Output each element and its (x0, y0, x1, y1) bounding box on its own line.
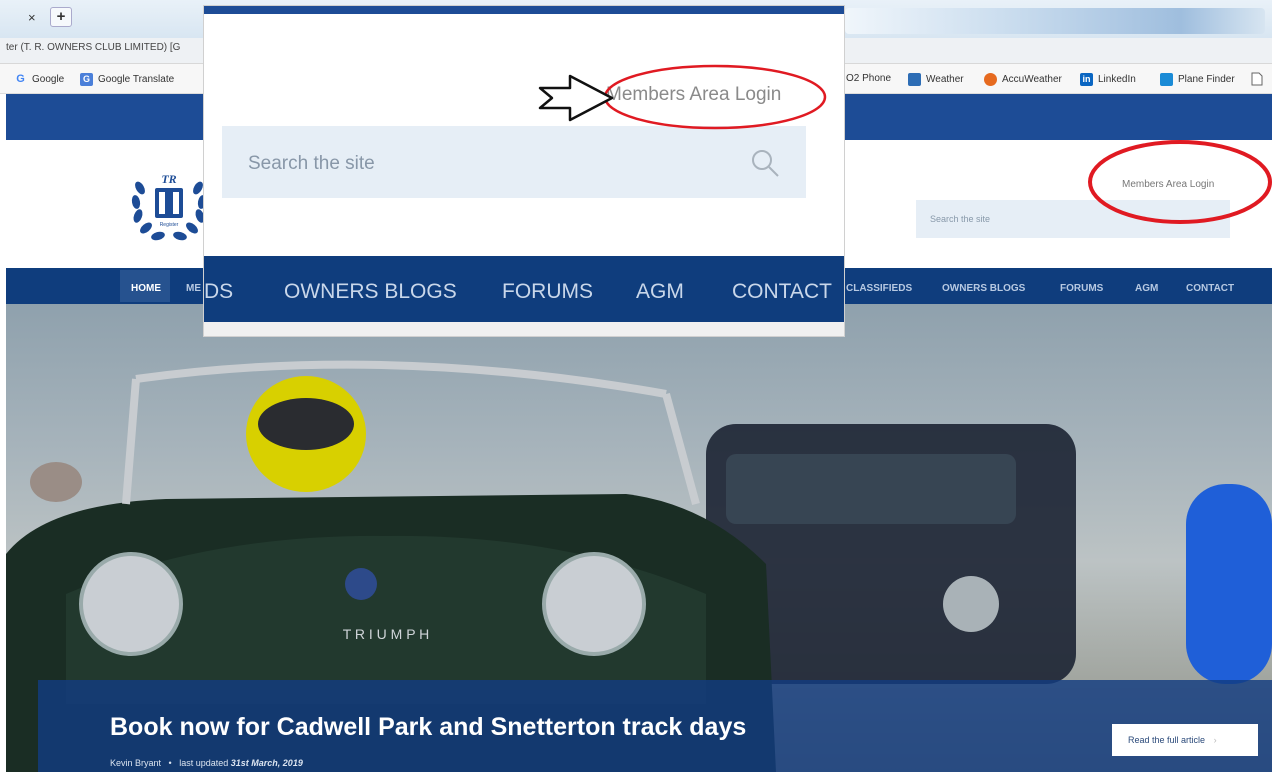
zoom-nav-contact[interactable]: CONTACT (732, 280, 832, 304)
updated-label: last updated (179, 758, 229, 768)
zoom-bottom-strip (204, 322, 844, 336)
browser-page-title: ter (T. R. OWNERS CLUB LIMITED) [G (6, 42, 181, 53)
bookmark-weather[interactable]: Weather (908, 73, 964, 86)
weather-icon (908, 73, 921, 86)
linkedin-icon: in (1080, 73, 1093, 86)
translate-icon: G (80, 73, 93, 86)
bookmark-label: Weather (926, 74, 964, 85)
bookmark-label: O2 Phone (846, 73, 892, 84)
bookmark-google[interactable]: G Google (14, 73, 64, 86)
logo-subtext: Register (160, 222, 179, 228)
hero-byline: Kevin Bryant • last updated 31st March, … (110, 758, 303, 768)
nav-classifieds[interactable]: CLASSIFIEDS (846, 283, 912, 294)
byline-separator: • (168, 758, 172, 768)
zoom-members-login-link[interactable]: Members Area Login (606, 84, 781, 106)
zoom-nav-agm[interactable]: AGM (636, 280, 684, 304)
new-tab-button[interactable]: + (50, 7, 72, 27)
tab-strip-highlight (845, 8, 1265, 34)
zoom-inset: Members Area Login Search the site DS OW… (204, 6, 844, 336)
zoom-nav-partial[interactable]: DS (204, 280, 233, 304)
bookmark-linkedin[interactable]: in LinkedIn (1080, 73, 1136, 86)
zoom-top-bar (204, 6, 844, 14)
hero-headline[interactable]: Book now for Cadwell Park and Snetterton… (110, 713, 746, 742)
document-icon[interactable] (1251, 72, 1263, 86)
nav-agm[interactable]: AGM (1135, 283, 1158, 294)
nav-contact[interactable]: CONTACT (1186, 283, 1234, 294)
bookmark-accuweather[interactable]: AccuWeather (984, 73, 1062, 86)
tr-register-logo[interactable]: TR Register (130, 166, 208, 246)
accuweather-icon (984, 73, 997, 86)
members-login-link[interactable]: Members Area Login (1122, 179, 1214, 190)
read-full-article-button[interactable]: Read the full article › (1112, 724, 1258, 756)
nav-members-partial[interactable]: ME (186, 283, 201, 294)
bookmark-label: Google Translate (98, 74, 175, 85)
chevron-right-icon: › (1213, 735, 1217, 745)
nav-home[interactable]: HOME (131, 283, 161, 294)
search-placeholder: Search the site (930, 214, 991, 224)
plane-finder-icon (1160, 73, 1173, 86)
google-icon: G (16, 73, 25, 85)
logo-text: TR (161, 172, 176, 186)
tab-close-icon[interactable]: × (28, 10, 36, 25)
nav-forums[interactable]: FORUMS (1060, 283, 1103, 294)
bookmark-plane-finder[interactable]: Plane Finder (1160, 73, 1235, 86)
search-icon[interactable] (750, 148, 780, 180)
bookmark-o2-phone[interactable]: O2 Phone (846, 73, 891, 84)
zoom-search-placeholder: Search the site (248, 153, 375, 174)
bookmark-label: Google (32, 74, 65, 85)
bookmark-label: LinkedIn (1098, 74, 1136, 85)
nav-owners-blogs[interactable]: OWNERS BLOGS (942, 283, 1025, 294)
bookmark-label: Plane Finder (1178, 74, 1235, 85)
car-badge-text: T R I U M P H (343, 626, 430, 642)
article-author[interactable]: Kevin Bryant (110, 758, 161, 768)
read-full-article-label: Read the full article (1128, 735, 1206, 745)
bookmark-google-translate[interactable]: G Google Translate (80, 73, 174, 86)
article-date: 31st March, 2019 (230, 758, 303, 768)
zoom-nav-forums[interactable]: FORUMS (502, 280, 593, 304)
zoom-nav-owners-blogs[interactable]: OWNERS BLOGS (284, 280, 457, 304)
bookmark-label: AccuWeather (1002, 74, 1062, 85)
